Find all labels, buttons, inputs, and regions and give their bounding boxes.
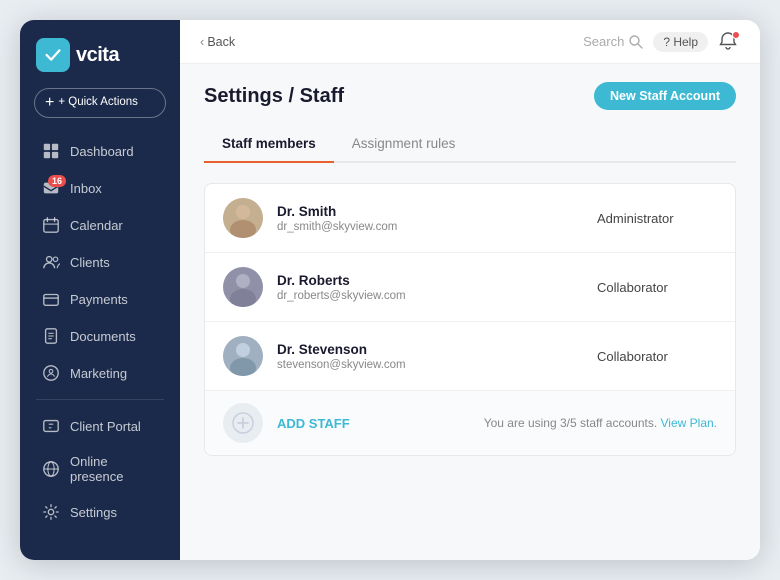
sidebar-item-label: Dashboard [70,144,134,159]
payments-icon [42,290,60,308]
sidebar-item-documents[interactable]: Documents [26,318,174,354]
sidebar-divider [36,399,164,400]
quick-actions-label: + Quick Actions [58,97,138,109]
logo: vcita [20,20,180,82]
sidebar-item-marketing[interactable]: Marketing [26,355,174,391]
staff-role: Administrator [597,211,717,226]
sidebar-nav: Dashboard Inbox 16 Calendar [20,132,180,560]
inbox-badge: 16 [48,175,66,187]
page-header: Settings / Staff New Staff Account [204,82,736,110]
staff-table: Dr. Smith dr_smith@skyview.com Administr… [204,183,736,456]
sidebar-item-client-portal[interactable]: Client Portal [26,408,174,444]
sidebar-item-label: Client Portal [70,419,141,434]
portal-icon [42,417,60,435]
staff-info: Dr. Smith dr_smith@skyview.com [277,204,583,233]
sidebar: vcita + + Quick Actions Dashboard [20,20,180,560]
table-row[interactable]: Dr. Smith dr_smith@skyview.com Administr… [205,184,735,253]
add-staff-avatar [223,403,263,443]
tab-staff-members-label: Staff members [222,136,316,151]
logo-icon [36,38,70,72]
tab-staff-members[interactable]: Staff members [204,126,334,163]
avatar [223,336,263,376]
app-container: vcita + + Quick Actions Dashboard [20,20,760,560]
dashboard-icon [42,142,60,160]
staff-info: Dr. Stevenson stevenson@skyview.com [277,342,583,371]
quick-actions-button[interactable]: + + Quick Actions [34,88,166,118]
staff-email: stevenson@skyview.com [277,359,583,371]
sidebar-item-payments[interactable]: Payments [26,281,174,317]
avatar [223,267,263,307]
clients-icon [42,253,60,271]
sidebar-item-label: Online presence [70,454,158,484]
staff-name: Dr. Stevenson [277,342,583,357]
staff-email: dr_roberts@skyview.com [277,290,583,302]
sidebar-item-online-presence[interactable]: Online presence [26,445,174,493]
new-staff-account-button[interactable]: New Staff Account [594,82,736,110]
sidebar-item-clients[interactable]: Clients [26,244,174,280]
logo-text: vcita [76,44,119,67]
tab-assignment-rules[interactable]: Assignment rules [334,126,474,163]
sidebar-item-label: Inbox [70,181,102,196]
topbar: ‹ Back Search ? Help [180,20,760,64]
web-icon [42,460,60,478]
staff-role: Collaborator [597,280,717,295]
documents-icon [42,327,60,345]
chevron-left-icon: ‹ [200,34,204,49]
avatar-image [223,336,263,376]
sidebar-item-settings[interactable]: Settings [26,494,174,530]
content-area: Settings / Staff New Staff Account Staff… [180,64,760,560]
search-box[interactable]: Search [583,34,643,49]
back-button[interactable]: ‹ Back [200,34,235,49]
staff-role: Collaborator [597,349,717,364]
page-title: Settings / Staff [204,85,344,108]
sidebar-item-label: Documents [70,329,136,344]
settings-icon [42,503,60,521]
avatar [223,198,263,238]
sidebar-item-label: Payments [70,292,128,307]
add-staff-button[interactable]: ADD STAFF [277,416,350,431]
add-staff-row: ADD STAFF You are using 3/5 staff accoun… [205,391,735,455]
sidebar-item-dashboard[interactable]: Dashboard [26,133,174,169]
tab-assignment-rules-label: Assignment rules [352,136,456,151]
sidebar-item-calendar[interactable]: Calendar [26,207,174,243]
table-row[interactable]: Dr. Roberts dr_roberts@skyview.com Colla… [205,253,735,322]
plus-icon: + [45,95,54,111]
back-label: Back [207,35,235,49]
topbar-search: Search ? Help [245,31,740,53]
tabs: Staff members Assignment rules [204,126,736,163]
main-area: ‹ Back Search ? Help [180,20,760,560]
help-button[interactable]: ? Help [653,32,708,52]
staff-info: Dr. Roberts dr_roberts@skyview.com [277,273,583,302]
search-icon [629,35,643,49]
sidebar-item-label: Settings [70,505,117,520]
view-plan-link[interactable]: View Plan. [661,416,717,430]
help-label: ? Help [663,35,698,49]
notification-badge [732,31,740,39]
avatar-image [223,198,263,238]
sidebar-item-inbox[interactable]: Inbox 16 [26,170,174,206]
add-person-icon [232,412,254,434]
sidebar-item-label: Marketing [70,366,127,381]
calendar-icon [42,216,60,234]
search-placeholder: Search [583,34,624,49]
table-row[interactable]: Dr. Stevenson stevenson@skyview.com Coll… [205,322,735,391]
staff-name: Dr. Roberts [277,273,583,288]
staff-email: dr_smith@skyview.com [277,221,583,233]
avatar-image [223,267,263,307]
sidebar-item-label: Clients [70,255,110,270]
staff-count-message: You are using 3/5 staff accounts. View P… [364,416,717,430]
staff-name: Dr. Smith [277,204,583,219]
notification-button[interactable] [718,31,740,53]
marketing-icon [42,364,60,382]
sidebar-item-label: Calendar [70,218,123,233]
usage-text: You are using 3/5 staff accounts. [484,416,657,430]
